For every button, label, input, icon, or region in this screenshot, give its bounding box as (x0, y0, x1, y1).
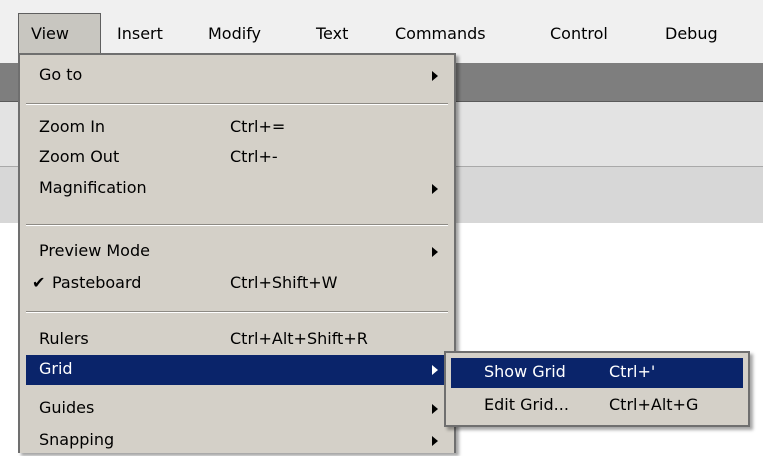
submenu-arrow-icon (432, 436, 438, 446)
menu-item-show-grid[interactable]: Show Grid Ctrl+' (451, 358, 743, 388)
submenu-arrow-icon (432, 184, 438, 194)
menu-modify[interactable]: Modify (208, 22, 261, 46)
submenu-arrow-icon (432, 404, 438, 414)
menu-item-preview-mode[interactable]: Preview Mode (26, 237, 448, 267)
menu-item-label: Grid (39, 359, 73, 378)
view-menu-dropdown: Go to Zoom In Ctrl+= Zoom Out Ctrl+- Mag… (18, 53, 456, 453)
menu-item-shortcut: Ctrl+Alt+G (609, 395, 699, 414)
menu-control[interactable]: Control (550, 22, 608, 46)
menu-commands[interactable]: Commands (395, 22, 486, 46)
menu-item-pasteboard[interactable]: ✔ Pasteboard Ctrl+Shift+W (26, 269, 448, 299)
menu-debug[interactable]: Debug (665, 22, 718, 46)
menu-item-label: Go to (39, 65, 83, 84)
menu-view[interactable]: View (18, 13, 101, 53)
menu-insert[interactable]: Insert (117, 22, 163, 46)
checkmark-icon: ✔ (32, 273, 46, 292)
menu-item-label: Magnification (39, 178, 147, 197)
grid-submenu: Show Grid Ctrl+' Edit Grid... Ctrl+Alt+G (444, 351, 750, 427)
menu-item-label: Pasteboard (52, 273, 142, 292)
menu-separator (26, 311, 448, 313)
submenu-arrow-icon (432, 71, 438, 81)
menu-item-shortcut: Ctrl+' (609, 362, 656, 381)
menu-item-label: Show Grid (484, 362, 566, 381)
menu-item-zoom-in[interactable]: Zoom In Ctrl+= (26, 113, 448, 143)
menu-item-shortcut: Ctrl+Alt+Shift+R (230, 329, 368, 348)
menu-item-label: Preview Mode (39, 241, 150, 260)
menu-item-edit-grid[interactable]: Edit Grid... Ctrl+Alt+G (451, 391, 743, 421)
menu-item-label: Zoom Out (39, 147, 120, 166)
menu-item-zoom-out[interactable]: Zoom Out Ctrl+- (26, 143, 448, 173)
menu-item-shortcut: Ctrl+Shift+W (230, 273, 338, 292)
menu-item-rulers[interactable]: Rulers Ctrl+Alt+Shift+R (26, 325, 448, 355)
menu-item-magnification[interactable]: Magnification (26, 174, 448, 204)
submenu-arrow-icon (432, 247, 438, 257)
menu-separator (26, 224, 448, 226)
menu-item-grid[interactable]: Grid (26, 355, 448, 385)
menu-item-label: Rulers (39, 329, 89, 348)
menu-item-shortcut: Ctrl+= (230, 117, 286, 136)
submenu-arrow-icon (432, 365, 438, 375)
menu-item-guides[interactable]: Guides (26, 394, 448, 424)
menu-text[interactable]: Text (316, 22, 348, 46)
menu-item-label: Guides (39, 398, 95, 417)
menu-item-label: Snapping (39, 430, 115, 449)
menu-item-label: Edit Grid... (484, 395, 569, 414)
menu-item-snapping[interactable]: Snapping (26, 426, 448, 456)
menu-item-label: Zoom In (39, 117, 106, 136)
menu-separator (26, 103, 448, 105)
menu-item-go-to[interactable]: Go to (26, 61, 448, 91)
menu-item-shortcut: Ctrl+- (230, 147, 278, 166)
